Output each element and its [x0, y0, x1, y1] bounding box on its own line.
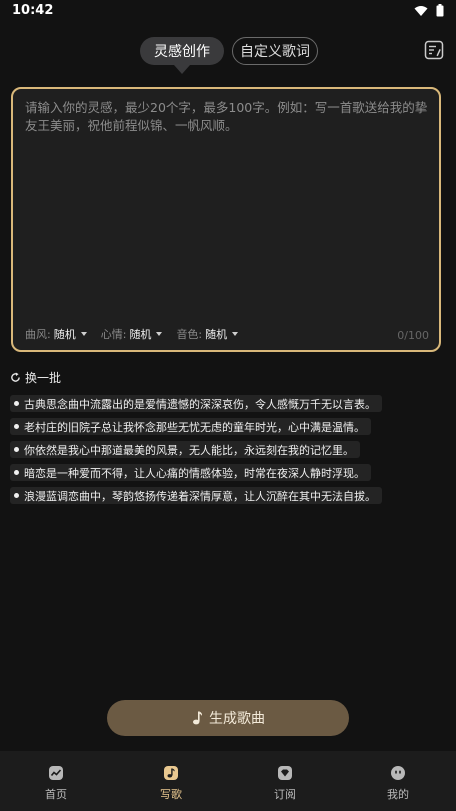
bullet-icon	[14, 470, 19, 475]
bottom-nav: 首页 写歌 订阅 我的	[0, 751, 456, 811]
suggestion-chip[interactable]: 浪漫蓝调恋曲中，琴韵悠扬传递着深情厚意，让人沉醉在其中无法自拔。	[10, 487, 382, 504]
battery-icon	[436, 4, 444, 17]
nav-mine-label: 我的	[387, 788, 409, 801]
nav-write-song[interactable]: 写歌	[131, 765, 211, 802]
suggestion-text: 你依然是我心中那道最美的风景，无人能比，永远刻在我的记忆里。	[24, 443, 354, 457]
home-icon	[49, 766, 63, 780]
mood-select[interactable]: 心情: 随机	[101, 326, 163, 342]
inspiration-input[interactable]	[23, 97, 433, 321]
refresh-button[interactable]: 换一批	[10, 369, 61, 386]
refresh-label: 换一批	[25, 371, 62, 385]
suggestion-chip[interactable]: 暗恋是一种爱而不得，让人心痛的情感体验，时常在夜深人静时浮现。	[10, 464, 371, 481]
mood-label: 心情:	[100, 328, 127, 341]
bullet-icon	[14, 493, 19, 498]
suggestion-chip[interactable]: 老村庄的旧院子总让我怀念那些无忧无虑的童年时光，心中满是温情。	[10, 418, 371, 435]
suggestion-text: 暗恋是一种爱而不得，让人心痛的情感体验，时常在夜深人静时浮现。	[24, 466, 365, 480]
nav-mine[interactable]: 我的	[358, 765, 438, 802]
music-note-icon	[164, 766, 178, 780]
bullet-icon	[14, 424, 19, 429]
suggestion-text: 浪漫蓝调恋曲中，琴韵悠扬传递着深情厚意，让人沉醉在其中无法自拔。	[24, 489, 376, 503]
generate-song-button[interactable]: 生成歌曲	[107, 700, 349, 736]
suggestion-text: 古典思念曲中流露出的是爱情遗憾的深深哀伤，令人感慨万千无以言表。	[24, 397, 376, 411]
generate-label: 生成歌曲	[209, 711, 265, 727]
bullet-icon	[14, 401, 19, 406]
profile-face-icon	[391, 766, 405, 780]
song-options: 曲风: 随机 心情: 随机 音色: 随机	[25, 326, 239, 342]
wifi-icon	[414, 5, 428, 16]
voice-label: 音色:	[176, 328, 203, 341]
style-select[interactable]: 曲风: 随机	[25, 326, 87, 342]
chevron-down-icon	[156, 332, 163, 336]
nav-write-song-label: 写歌	[160, 788, 182, 801]
nav-home-label: 首页	[45, 788, 67, 801]
nav-subscribe-label: 订阅	[274, 788, 296, 801]
inspiration-editor: 曲风: 随机 心情: 随机 音色: 随机 0/100	[11, 87, 441, 352]
tab-inspiration[interactable]: 灵感创作	[140, 37, 224, 74]
chevron-down-icon	[80, 332, 87, 336]
diamond-icon	[278, 766, 292, 780]
voice-value: 随机	[205, 328, 228, 341]
mode-tabs: 灵感创作 自定义歌词	[0, 37, 456, 74]
bullet-icon	[14, 447, 19, 452]
suggestion-text: 老村庄的旧院子总让我怀念那些无忧无虑的童年时光，心中满是温情。	[24, 420, 365, 434]
lyrics-edit-icon[interactable]	[424, 40, 444, 60]
style-value: 随机	[53, 328, 76, 341]
music-note-icon	[193, 711, 203, 725]
suggestion-list: 古典思念曲中流露出的是爱情遗憾的深深哀伤，令人感慨万千无以言表。 老村庄的旧院子…	[10, 395, 382, 504]
status-icons	[414, 4, 444, 17]
status-time: 10:42	[12, 3, 54, 18]
nav-home[interactable]: 首页	[16, 765, 96, 802]
chevron-down-icon	[232, 332, 239, 336]
style-label: 曲风:	[25, 328, 51, 341]
voice-select[interactable]: 音色: 随机	[176, 326, 239, 342]
refresh-icon	[11, 372, 20, 382]
nav-subscribe[interactable]: 订阅	[245, 765, 325, 802]
suggestion-chip[interactable]: 古典思念曲中流露出的是爱情遗憾的深深哀伤，令人感慨万千无以言表。	[10, 395, 382, 412]
char-counter: 0/100	[397, 329, 429, 342]
mood-value: 随机	[129, 328, 152, 341]
suggestion-chip[interactable]: 你依然是我心中那道最美的风景，无人能比，永远刻在我的记忆里。	[10, 441, 360, 458]
tab-custom-lyrics[interactable]: 自定义歌词	[232, 37, 318, 65]
status-bar: 10:42	[0, 0, 456, 22]
